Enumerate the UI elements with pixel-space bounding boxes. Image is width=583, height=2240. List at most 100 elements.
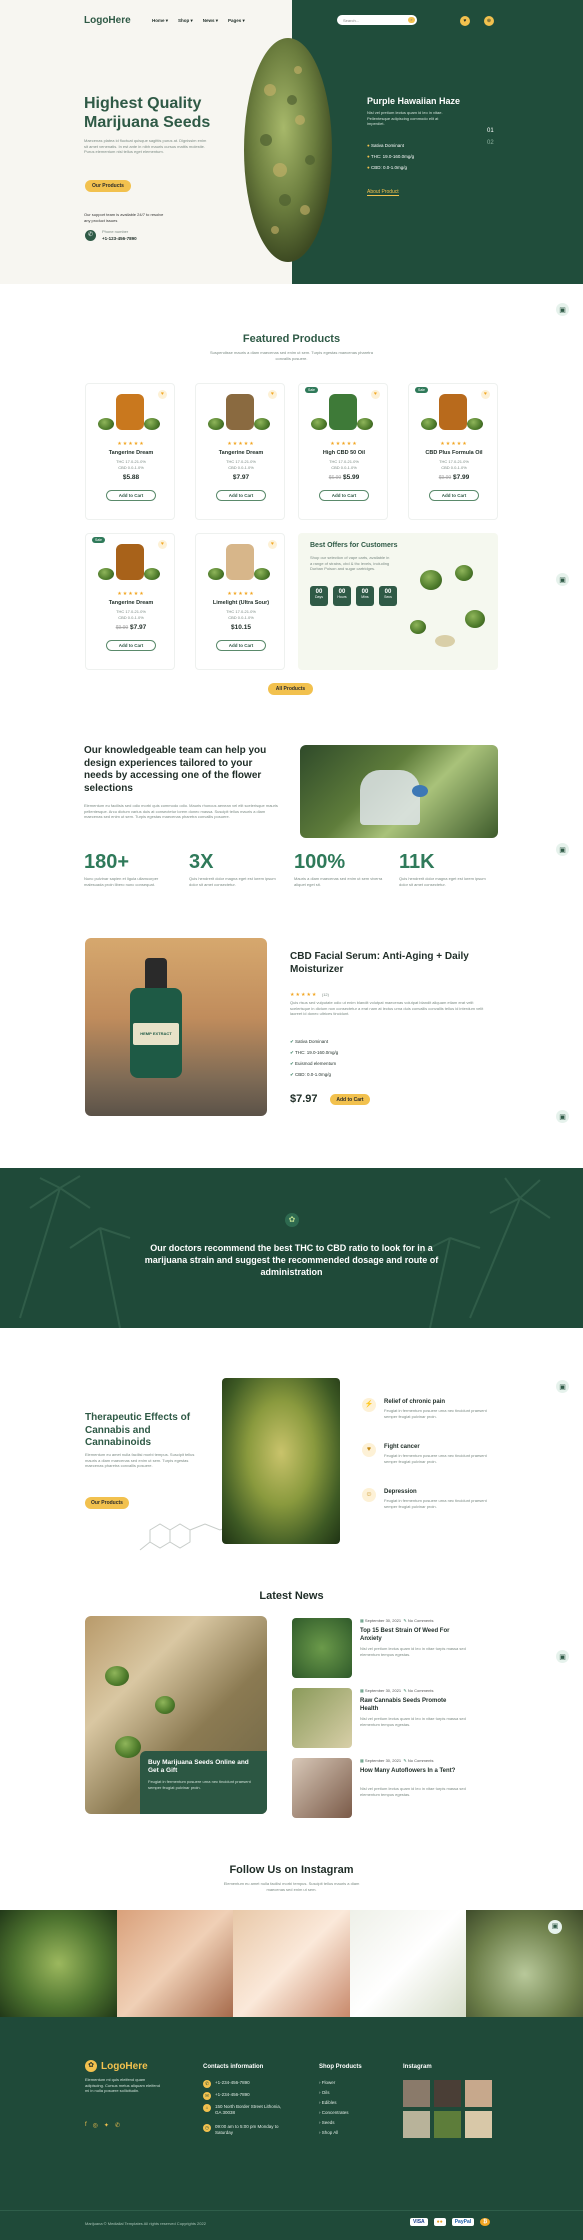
stat-item: 180+ Nunc pulvinar sapien et ligula ullam… xyxy=(84,851,159,887)
shop-link[interactable]: › Seeds xyxy=(319,2120,335,2125)
nav-news[interactable]: News ▾ xyxy=(203,18,218,24)
star-icons: ★★★★★ xyxy=(117,441,145,447)
whatsapp-icon[interactable]: ✆ xyxy=(115,2122,120,2129)
effect-title: Depression xyxy=(384,1489,417,1495)
add-to-cart-button[interactable]: Add to Cart xyxy=(216,640,266,651)
product-name[interactable]: Limelight (Ultra Sour) xyxy=(196,600,286,606)
wishlist-icon[interactable]: ♥ xyxy=(158,540,167,549)
news-thumbnail[interactable] xyxy=(292,1688,352,1748)
our-products-button[interactable]: Our Products xyxy=(85,180,131,192)
effect-item: ⚡ Relief of chronic pain Feugiat in ferm… xyxy=(362,1398,502,1438)
news-thumbnail[interactable] xyxy=(292,1618,352,1678)
contact-item[interactable]: ✆ +1-234-456-7890 xyxy=(203,2080,303,2088)
slide-next[interactable]: 02 xyxy=(487,140,494,146)
news-item[interactable]: ▦ September 30, 2021 ✎ No Comments How M… xyxy=(292,1758,502,1818)
product-card[interactable]: ♥ ★★★★★ Tangerine Dream THC 17.0-21.0% C… xyxy=(85,533,175,670)
product-card[interactable]: ♥ ★★★★★ Tangerine Dream THC 17.0-21.0% C… xyxy=(85,383,175,520)
add-to-cart-button[interactable]: Add to Cart xyxy=(319,490,369,501)
instagram-thumb[interactable] xyxy=(403,2111,430,2138)
instagram-photo[interactable] xyxy=(466,1910,583,2017)
wishlist-icon[interactable]: ♥ xyxy=(481,390,490,399)
footer-logo[interactable]: LogoHere xyxy=(101,2061,148,2072)
contact-item[interactable]: ⌂ 150 North Border Street Lithonia, GA 3… xyxy=(203,2104,303,2116)
add-to-cart-button[interactable]: Add to Cart xyxy=(216,490,266,501)
instagram-title: Follow Us on Instagram xyxy=(229,1864,354,1876)
instagram-icon[interactable]: ◎ xyxy=(93,2122,98,2129)
search-input[interactable]: Search... ⌕ xyxy=(337,15,417,25)
all-products-button[interactable]: All Products xyxy=(268,683,313,695)
product-card[interactable]: ♥ ★★★★★ Limelight (Ultra Sour) THC 17.0-… xyxy=(195,533,285,670)
shop-link[interactable]: › Concentrates xyxy=(319,2110,349,2115)
news-item[interactable]: ▦ September 30, 2021 ✎ No Comments Raw C… xyxy=(292,1688,502,1748)
news-item-title[interactable]: Raw Cannabis Seeds Promote Health xyxy=(360,1698,460,1713)
serum-add-to-cart[interactable]: Add to Cart xyxy=(330,1094,370,1105)
instagram-photo[interactable] xyxy=(116,1910,234,2017)
cart-icon[interactable]: ⊕ xyxy=(484,16,494,26)
effects-products-button[interactable]: Our Products xyxy=(85,1497,129,1509)
wishlist-icon[interactable]: ♥ xyxy=(268,390,277,399)
instagram-thumb[interactable] xyxy=(465,2111,492,2138)
add-to-cart-button[interactable]: Add to Cart xyxy=(106,640,156,651)
product-cbd: CBD 0.0-1.0% xyxy=(228,615,254,620)
news-main-title[interactable]: Buy Marijuana Seeds Online and Get a Gif… xyxy=(148,1759,259,1775)
cart-float-icon[interactable]: ▣ xyxy=(556,573,569,586)
instagram-thumb[interactable] xyxy=(434,2111,461,2138)
nav-pages[interactable]: Pages ▾ xyxy=(228,18,245,24)
phone-label: Phone number xyxy=(102,229,129,234)
cart-float-icon[interactable]: ▣ xyxy=(556,1650,569,1663)
product-price-row: $9.99 $7.99 xyxy=(409,474,499,481)
visa-icon: VISA xyxy=(410,2218,428,2226)
add-to-cart-button[interactable]: Add to Cart xyxy=(429,490,479,501)
nav-shop[interactable]: Shop ▾ xyxy=(178,18,193,24)
product-name[interactable]: CBD Plus Formula Oil xyxy=(409,450,499,456)
shop-link[interactable]: › Edibles xyxy=(319,2100,337,2105)
contact-item[interactable]: ◷ 09:00 am to 5:00 pm Monday to Saturday xyxy=(203,2124,303,2136)
instagram-thumb[interactable] xyxy=(434,2080,461,2107)
instagram-photo[interactable] xyxy=(0,1910,117,2017)
cart-float-icon[interactable]: ▣ xyxy=(556,1110,569,1123)
product-name[interactable]: Tangerine Dream xyxy=(86,450,176,456)
instagram-photo[interactable] xyxy=(233,1910,350,2017)
shop-link[interactable]: › Oils xyxy=(319,2090,330,2095)
wishlist-icon[interactable]: ♥ xyxy=(371,390,380,399)
product-price-row: $9.99 $7.97 xyxy=(86,624,176,631)
news-thumbnail[interactable] xyxy=(292,1758,352,1818)
contact-item[interactable]: ✉ +1-234-456-7890 xyxy=(203,2092,303,2100)
product-card[interactable]: ♥ ★★★★★ CBD Plus Formula Oil THC 17.0-21… xyxy=(408,383,498,520)
wishlist-icon[interactable]: ♥ xyxy=(268,540,277,549)
product-name[interactable]: Tangerine Dream xyxy=(196,450,286,456)
news-item-title[interactable]: How Many Autoflowers In a Tent? xyxy=(360,1768,460,1776)
product-name[interactable]: High CBD 50 Oil xyxy=(299,450,389,456)
product-card[interactable]: ♥ ★★★★★ Tangerine Dream THC 17.0-21.0% C… xyxy=(195,383,285,520)
cart-float-icon[interactable]: ▣ xyxy=(548,1920,562,1934)
wishlist-icon[interactable]: ♥ xyxy=(158,390,167,399)
slide-current[interactable]: 01 xyxy=(487,128,494,134)
news-item[interactable]: ▦ September 30, 2021 ✎ No Comments Top 1… xyxy=(292,1618,502,1678)
instagram-photo[interactable] xyxy=(349,1910,467,2017)
heart-icon[interactable]: ♥ xyxy=(460,16,470,26)
cart-float-icon[interactable]: ▣ xyxy=(556,303,569,316)
hero-product-title: Purple Hawaiian Haze xyxy=(367,96,461,106)
shop-link[interactable]: › Shop All xyxy=(319,2130,338,2135)
phone-number[interactable]: +1-123-456-7890 xyxy=(102,236,137,241)
facebook-icon[interactable]: f xyxy=(85,2122,87,2129)
shop-link[interactable]: › Flower xyxy=(319,2080,335,2085)
comment-icon: ✎ xyxy=(403,1688,407,1693)
news-main-card[interactable]: Buy Marijuana Seeds Online and Get a Gif… xyxy=(85,1616,267,1814)
product-thc: THC 17.0-21.0% xyxy=(226,459,256,464)
search-icon[interactable]: ⌕ xyxy=(408,17,415,23)
product-name[interactable]: Tangerine Dream xyxy=(86,600,176,606)
serum-feature-list: ✔ Sativa Dominant ✔ THC: 19.0-160.0mg/g … xyxy=(290,1036,338,1080)
twitter-icon[interactable]: ✦ xyxy=(104,2122,109,2129)
logo[interactable]: LogoHere xyxy=(84,15,131,26)
instagram-thumb[interactable] xyxy=(403,2080,430,2107)
instagram-thumb[interactable] xyxy=(465,2080,492,2107)
about-product-link[interactable]: About Product xyxy=(367,189,399,196)
news-item-title[interactable]: Top 15 Best Strain Of Weed For Anxiety xyxy=(360,1628,460,1643)
cart-float-icon[interactable]: ▣ xyxy=(556,1380,569,1393)
nav-home[interactable]: Home ▾ xyxy=(152,18,168,24)
add-to-cart-button[interactable]: Add to Cart xyxy=(106,490,156,501)
check-icon: ● xyxy=(367,143,370,148)
product-card[interactable]: ♥ ★★★★★ High CBD 50 Oil THC 17.0-21.0% C… xyxy=(298,383,388,520)
cart-float-icon[interactable]: ▣ xyxy=(556,843,569,856)
